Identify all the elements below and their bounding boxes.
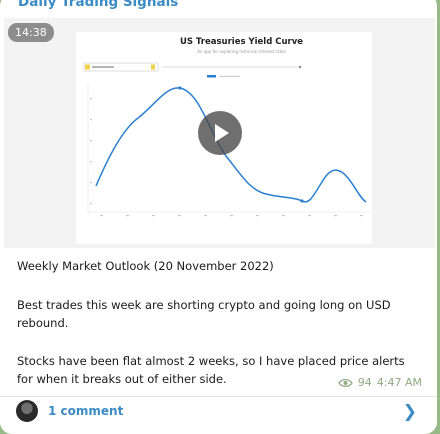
chart-subtitle: An app for exploring historical interest… <box>197 49 286 54</box>
date-marker <box>85 64 90 70</box>
message-time: 4:47 AM <box>376 376 422 389</box>
comments-bar[interactable]: 1 comment ❯ <box>0 398 437 430</box>
legend-swatch <box>207 75 216 78</box>
post-paragraph-2: Best trades this week are shorting crypt… <box>17 298 391 330</box>
message-bubble: Daily Trading Signals US Treasuries Yiel… <box>0 0 437 434</box>
video-duration: 14:38 <box>8 23 54 42</box>
play-icon <box>215 124 229 142</box>
play-button[interactable] <box>198 111 242 155</box>
chart-title: US Treasuries Yield Curve <box>179 37 304 47</box>
avatar <box>16 400 38 422</box>
comment-count: 1 comment <box>48 404 124 418</box>
view-count: 94 <box>357 376 372 389</box>
chevron-right-icon: ❯ <box>402 402 417 422</box>
divider <box>0 396 437 397</box>
slider-end <box>298 65 302 69</box>
eye-icon <box>337 378 353 387</box>
channel-name[interactable]: Daily Trading Signals <box>18 0 178 10</box>
post-paragraph-1: Weekly Market Outlook (20 November 2022) <box>17 259 274 273</box>
video-preview[interactable]: US Treasuries Yield Curve An app for exp… <box>4 18 435 248</box>
message-meta: 94 4:47 AM <box>337 376 422 389</box>
curve-point <box>178 86 182 90</box>
range-marker <box>151 64 155 70</box>
curve-point <box>300 199 304 203</box>
